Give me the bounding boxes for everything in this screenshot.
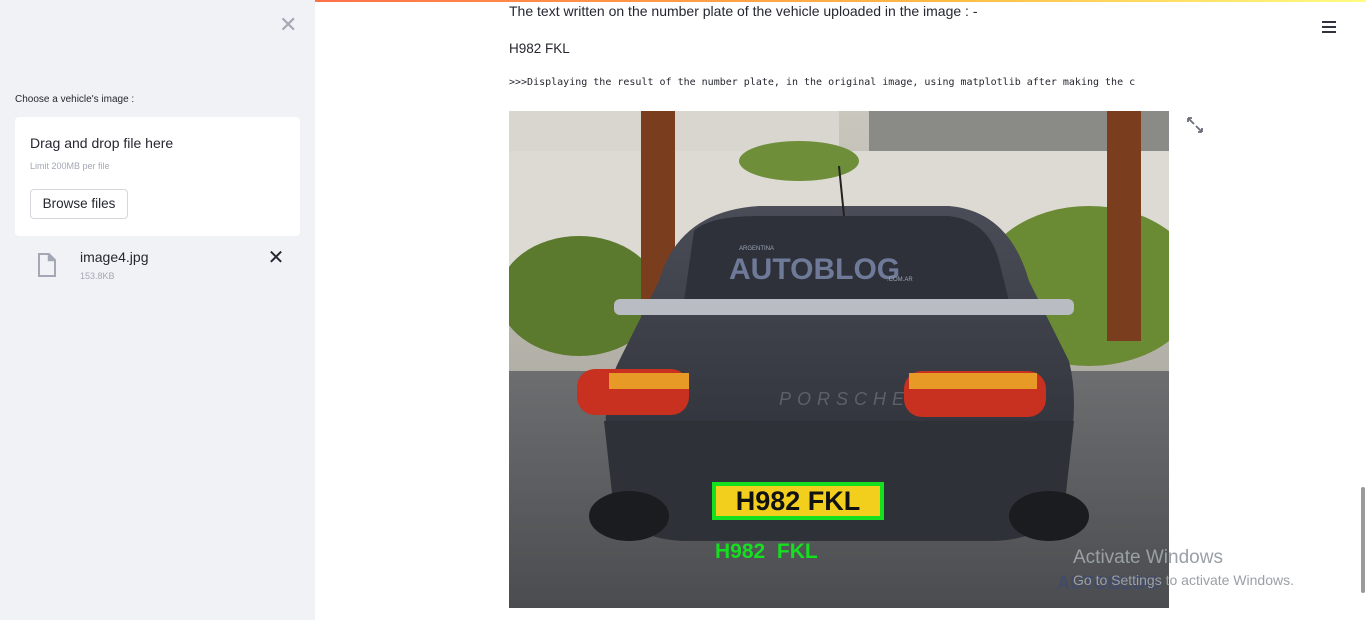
close-icon[interactable]: ✕	[279, 14, 297, 36]
file-name: image4.jpg	[80, 249, 149, 265]
ocr-overlay-text: H982 FKL	[715, 540, 818, 563]
dropzone-limit: Limit 200MB per file	[30, 161, 110, 171]
scrollbar[interactable]	[1361, 487, 1365, 593]
activation-title: Activate Windows	[1073, 547, 1223, 568]
sidebar: ✕ Choose a vehicle's image : Drag and dr…	[0, 0, 315, 620]
file-dropzone[interactable]: Drag and drop file here Limit 200MB per …	[15, 117, 300, 236]
result-image: PORSCHE H982 FKL H982 FKL ARGENTINA AUTO…	[509, 111, 1169, 608]
car-badge: PORSCHE	[779, 389, 910, 409]
file-icon	[38, 253, 56, 277]
result-heading: The text written on the number plate of …	[509, 3, 978, 19]
plate-value: H982 FKL	[509, 41, 570, 56]
browse-files-button[interactable]: Browse files	[30, 189, 128, 219]
file-size: 153.8KB	[80, 271, 115, 281]
image-watermark-small: ARGENTINA	[739, 246, 774, 252]
plate-text: H982 FKL	[736, 486, 861, 516]
fullscreen-icon[interactable]	[1186, 116, 1204, 134]
activation-subtitle: Go to Settings to activate Windows.	[1073, 572, 1294, 588]
uploader-label: Choose a vehicle's image :	[15, 94, 135, 105]
image-watermark-logo: AUTOBLOG	[729, 253, 900, 286]
windows-activation-watermark: Activate Windows Go to Settings to activ…	[1073, 547, 1294, 588]
car-photo: PORSCHE H982 FKL H982 FKL ARGENTINA AUTO…	[509, 111, 1169, 608]
hamburger-icon[interactable]	[1322, 19, 1342, 35]
image-watermark-domain: .COM.AR	[887, 277, 913, 283]
console-output: >>>Displaying the result of the number p…	[509, 77, 1136, 88]
dropzone-title: Drag and drop file here	[30, 135, 174, 151]
remove-file-icon[interactable]: ✕	[266, 248, 286, 268]
uploaded-file: image4.jpg 153.8KB ✕	[15, 243, 300, 287]
